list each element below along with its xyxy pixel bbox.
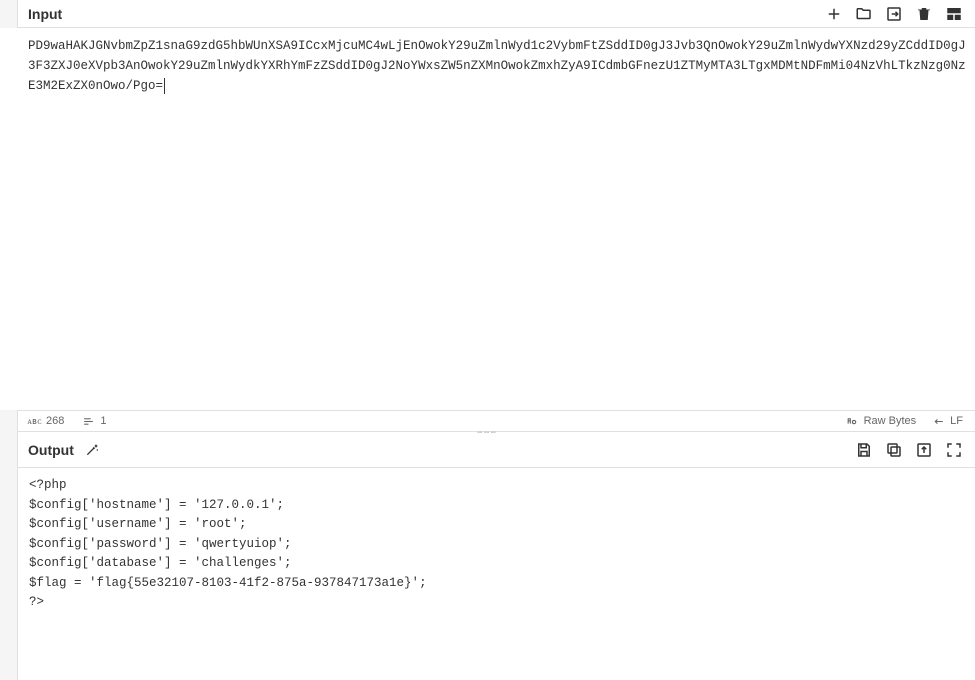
status-lines-value: 1 bbox=[100, 415, 106, 427]
length-icon: ᴀʙᴄ bbox=[28, 415, 41, 428]
output-line: $config['username'] = 'root'; bbox=[29, 517, 247, 531]
status-length-value: 268 bbox=[46, 415, 64, 427]
status-eol[interactable]: LF bbox=[932, 415, 963, 428]
output-title: Output bbox=[28, 442, 74, 458]
reset-layout-button[interactable] bbox=[945, 5, 963, 23]
output-line: $config['password'] = 'qwertyuiop'; bbox=[29, 537, 292, 551]
output-line: $config['database'] = 'challenges'; bbox=[29, 556, 292, 570]
input-content: PD9waHAKJGNvbmZpZ1snaG9zdG5hbWUnXSA9ICcx… bbox=[28, 39, 966, 93]
save-output-button[interactable] bbox=[855, 441, 873, 459]
input-toolbar bbox=[825, 5, 963, 23]
return-icon bbox=[932, 415, 945, 428]
open-file-button[interactable] bbox=[885, 5, 903, 23]
input-textarea[interactable]: PD9waHAKJGNvbmZpZ1snaG9zdG5hbWUnXSA9ICcx… bbox=[0, 28, 975, 410]
output-line: <?php bbox=[29, 478, 67, 492]
maximize-output-button[interactable] bbox=[945, 441, 963, 459]
status-display-mode[interactable]: Raw Bytes bbox=[846, 415, 917, 428]
status-eol-value: LF bbox=[950, 415, 963, 427]
output-header: Output bbox=[0, 432, 975, 468]
status-lines[interactable]: 1 bbox=[82, 415, 106, 428]
output-toolbar bbox=[855, 441, 963, 459]
add-input-button[interactable] bbox=[825, 5, 843, 23]
text-case-icon bbox=[846, 415, 859, 428]
status-mode-value: Raw Bytes bbox=[864, 415, 917, 427]
output-line: ?> bbox=[29, 595, 44, 609]
text-cursor bbox=[164, 78, 165, 94]
clear-input-button[interactable] bbox=[915, 5, 933, 23]
copy-output-button[interactable] bbox=[885, 441, 903, 459]
splitter-dots-icon: ┉┉┉ bbox=[477, 428, 497, 437]
output-textarea[interactable]: <?php $config['hostname'] = '127.0.0.1';… bbox=[0, 468, 975, 680]
lines-icon bbox=[82, 415, 95, 428]
output-line: $config['hostname'] = '127.0.0.1'; bbox=[29, 498, 284, 512]
move-output-to-input-button[interactable] bbox=[915, 441, 933, 459]
input-header: Input bbox=[0, 0, 975, 28]
magic-wand-button[interactable] bbox=[84, 442, 100, 458]
status-length[interactable]: ᴀʙᴄ 268 bbox=[28, 415, 64, 428]
input-title: Input bbox=[28, 6, 825, 22]
open-folder-button[interactable] bbox=[855, 5, 873, 23]
output-line: $flag = 'flag{55e32107-8103-41f2-875a-93… bbox=[29, 576, 427, 590]
